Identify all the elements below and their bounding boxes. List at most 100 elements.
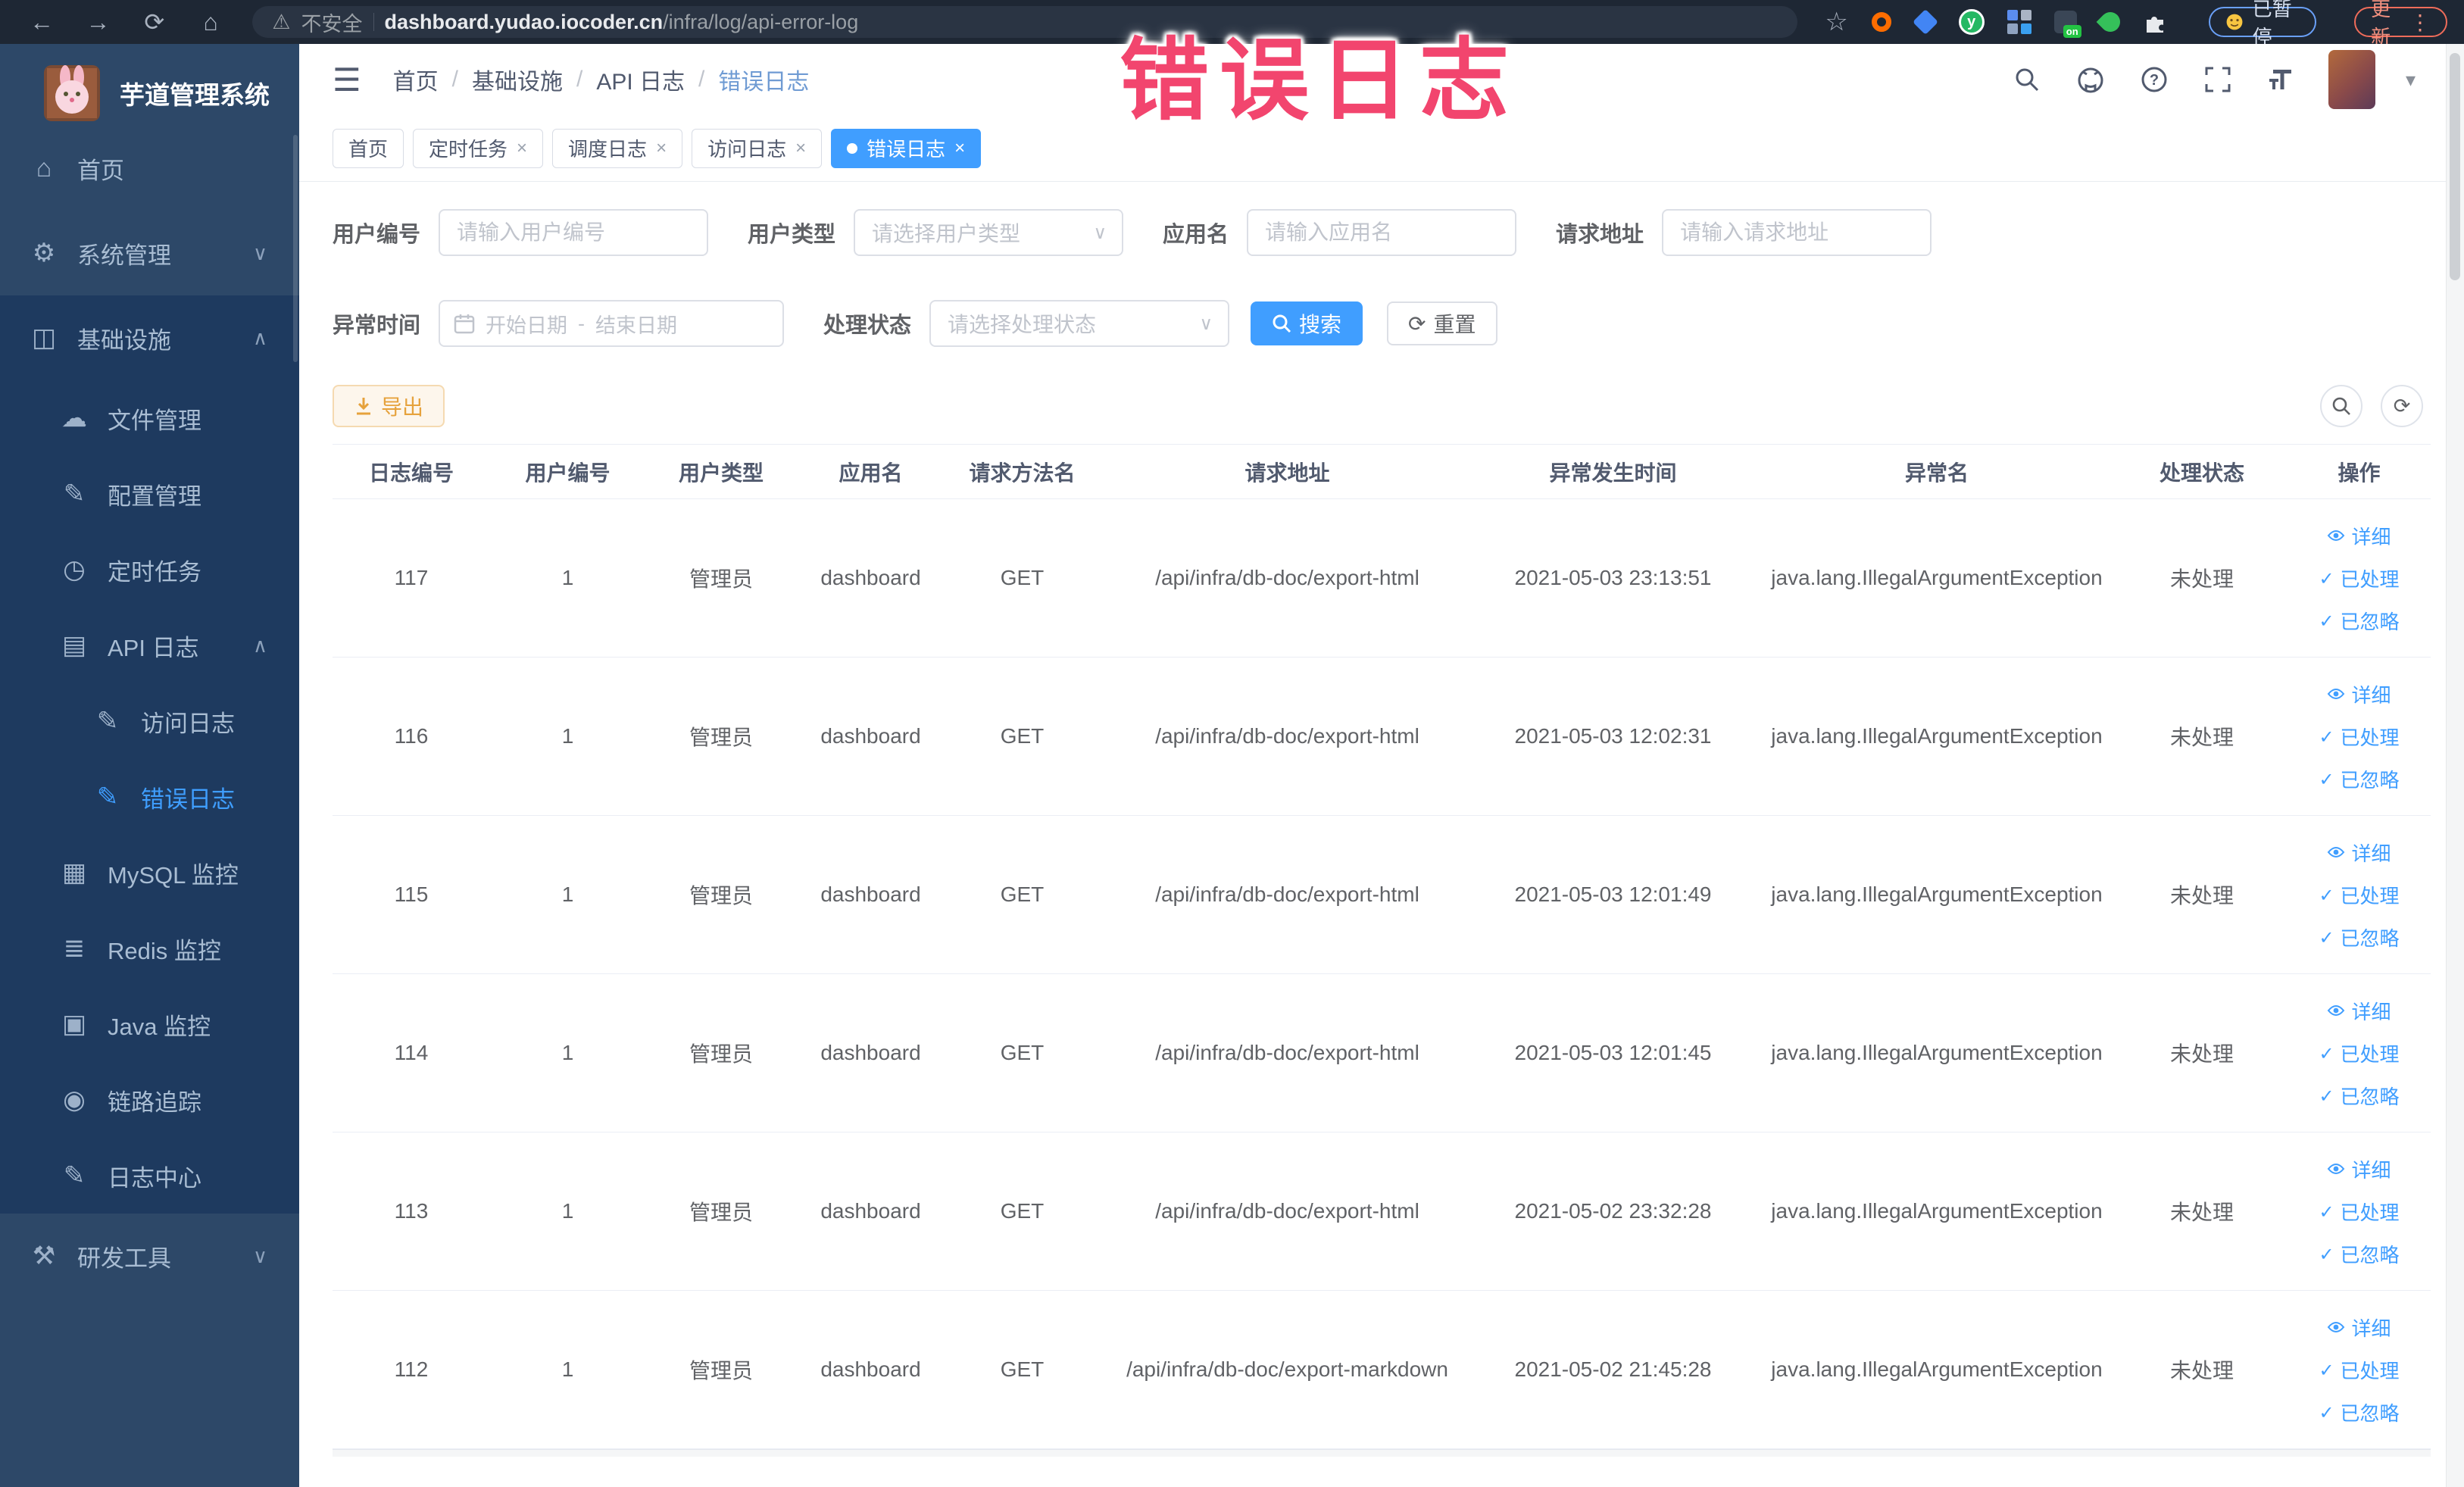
java-monitor-icon: ▣ <box>61 1010 87 1039</box>
tab-schedule-log[interactable]: 调度日志 × <box>552 128 683 168</box>
sidebar-item-home[interactable]: ⌂ 首页 <box>0 126 299 211</box>
tab-scheduled-jobs[interactable]: 定时任务 × <box>413 128 544 168</box>
download-icon <box>357 398 370 415</box>
extension-grid-icon[interactable] <box>2006 9 2031 35</box>
cell-app: dashboard <box>820 1041 921 1064</box>
divider <box>373 13 374 31</box>
extension-orange-icon[interactable] <box>1871 9 1892 35</box>
close-icon[interactable]: × <box>954 138 965 159</box>
cell-app: dashboard <box>820 566 921 589</box>
export-button[interactable]: 导出 <box>333 385 445 427</box>
action-ignored-link[interactable]: ✓ 已忽略 <box>2319 599 2399 642</box>
close-icon[interactable]: × <box>517 138 527 159</box>
cell-status: 未处理 <box>2169 884 2234 908</box>
process-status-select[interactable]: 请选择处理状态 ∨ <box>929 300 1230 347</box>
avatar-caret-icon[interactable]: ▾ <box>2406 68 2416 92</box>
sidebar-item-mysql-monitor[interactable]: ▦ MySQL 监控 <box>0 835 299 911</box>
sidebar-item-infra[interactable]: ◫ 基础设施 ∧ <box>0 295 299 380</box>
browser-update-chip[interactable]: 更新 ⋮ <box>2354 0 2447 48</box>
profile-paused-chip[interactable]: 已暂停 <box>2208 0 2317 48</box>
breadcrumb-api-log[interactable]: API 日志 <box>596 63 685 96</box>
exception-time-range-picker[interactable]: 开始日期 - 结束日期 <box>439 300 785 347</box>
close-icon[interactable]: × <box>795 138 806 159</box>
page-scrollbar[interactable] <box>2446 44 2464 1487</box>
home-icon[interactable]: ⌂ <box>186 5 236 39</box>
request-url-input[interactable] <box>1662 209 1932 256</box>
fullscreen-icon[interactable] <box>2201 63 2234 96</box>
scrollbar-thumb[interactable] <box>2450 53 2460 280</box>
toggle-search-icon[interactable] <box>2320 385 2363 427</box>
refresh-icon[interactable]: ⟳ <box>2381 385 2423 427</box>
sidebar-scrollbar[interactable] <box>293 135 298 362</box>
sidebar-item-error-log[interactable]: ✎ 错误日志 <box>0 759 299 835</box>
user-type-select[interactable]: 请选择用户类型 ∨ <box>854 209 1124 256</box>
font-size-icon[interactable] <box>2265 63 2298 96</box>
user-id-input[interactable] <box>439 209 709 256</box>
cell-id: 117 <box>394 566 429 589</box>
tab-home[interactable]: 首页 <box>333 128 404 168</box>
screen: ← → ⟳ ⌂ ⚠ 不安全 dashboard.yudao.iocoder.cn… <box>0 0 2464 1487</box>
tab-access-log[interactable]: 访问日志 × <box>692 128 823 168</box>
search-button[interactable]: 搜索 <box>1251 301 1363 345</box>
sidebar-item-access-log[interactable]: ✎ 访问日志 <box>0 683 299 759</box>
search-icon <box>1273 314 1291 333</box>
action-detail-link[interactable]: 详细 <box>2327 1306 2391 1348</box>
back-icon[interactable]: ← <box>17 5 67 39</box>
reload-icon[interactable]: ⟳ <box>130 5 180 39</box>
help-icon[interactable]: ? <box>2138 63 2171 96</box>
sidebar-toggle-icon[interactable]: ☰ <box>333 61 361 98</box>
sidebar-item-file-manage[interactable]: ☁ 文件管理 <box>0 380 299 456</box>
cell-time: 2021-05-03 12:01:45 <box>1514 1041 1712 1064</box>
github-icon[interactable] <box>2074 63 2107 96</box>
breadcrumb-infra[interactable]: 基础设施 <box>472 63 563 96</box>
extension-on-switch-icon[interactable]: on <box>2053 9 2081 38</box>
action-detail-link[interactable]: 详细 <box>2327 831 2391 873</box>
cell-status: 未处理 <box>2169 1201 2234 1224</box>
action-detail-link[interactable]: 详细 <box>2327 1148 2391 1190</box>
cell-method: GET <box>1000 566 1045 589</box>
sidebar-item-log-center[interactable]: ✎ 日志中心 <box>0 1138 299 1214</box>
extension-green-y-icon[interactable]: y <box>1958 9 1985 35</box>
action-processed-link[interactable]: ✓ 已处理 <box>2319 1032 2399 1074</box>
sidebar-item-scheduled-jobs[interactable]: ◷ 定时任务 <box>0 532 299 608</box>
cell-app: dashboard <box>820 1357 921 1381</box>
sidebar-item-redis-monitor[interactable]: ≣ Redis 监控 <box>0 911 299 986</box>
sidebar-item-tracing[interactable]: ◉ 链路追踪 <box>0 1062 299 1138</box>
action-detail-link[interactable]: 详细 <box>2327 673 2391 715</box>
cell-user_type: 管理员 <box>689 726 753 749</box>
eye-icon: ◉ <box>63 1086 86 1114</box>
reset-button[interactable]: ⟳ 重置 <box>1387 301 1497 345</box>
sidebar-item-dev-tools[interactable]: ⚒ 研发工具 ∨ <box>0 1214 299 1298</box>
action-ignored-link[interactable]: ✓ 已忽略 <box>2319 1391 2399 1433</box>
bookmark-star-icon[interactable]: ☆ <box>1825 8 1847 36</box>
sidebar-item-system[interactable]: ⚙ 系统管理 ∨ <box>0 211 299 295</box>
sidebar-item-java-monitor[interactable]: ▣ Java 监控 <box>0 986 299 1062</box>
sidebar-item-config-manage[interactable]: ✎ 配置管理 <box>0 456 299 532</box>
tab-error-log[interactable]: 错误日志 × <box>831 128 982 168</box>
action-processed-link[interactable]: ✓ 已处理 <box>2319 715 2399 758</box>
action-ignored-link[interactable]: ✓ 已忽略 <box>2319 1232 2399 1275</box>
action-processed-link[interactable]: ✓ 已处理 <box>2319 557 2399 599</box>
breadcrumb-home[interactable]: 首页 <box>393 63 439 96</box>
action-ignored-link[interactable]: ✓ 已忽略 <box>2319 758 2399 800</box>
close-icon[interactable]: × <box>656 138 667 159</box>
action-processed-link[interactable]: ✓ 已处理 <box>2319 1190 2399 1232</box>
extension-blue-icon[interactable] <box>1912 9 1938 35</box>
extension-leaf-icon[interactable] <box>2096 8 2124 36</box>
forward-icon[interactable]: → <box>73 5 123 39</box>
search-icon[interactable] <box>2010 63 2044 96</box>
app-logo-row[interactable]: 芋道管理系统 <box>0 44 299 126</box>
app-name-input[interactable] <box>1247 209 1517 256</box>
extensions-puzzle-icon[interactable] <box>2144 9 2166 35</box>
sidebar-item-api-log[interactable]: ▤ API 日志 ∧ <box>0 608 299 683</box>
action-processed-link[interactable]: ✓ 已处理 <box>2319 1348 2399 1391</box>
action-detail-link[interactable]: 详细 <box>2327 514 2391 557</box>
user-avatar[interactable] <box>2328 50 2375 109</box>
action-processed-link[interactable]: ✓ 已处理 <box>2319 873 2399 916</box>
svg-text:?: ? <box>2150 72 2159 89</box>
action-ignored-link[interactable]: ✓ 已忽略 <box>2319 1074 2399 1117</box>
action-detail-link[interactable]: 详细 <box>2327 989 2391 1032</box>
address-bar[interactable]: ⚠ 不安全 dashboard.yudao.iocoder.cn/infra/l… <box>252 6 1798 38</box>
cell-status: 未处理 <box>2169 1359 2234 1382</box>
action-ignored-link[interactable]: ✓ 已忽略 <box>2319 916 2399 958</box>
